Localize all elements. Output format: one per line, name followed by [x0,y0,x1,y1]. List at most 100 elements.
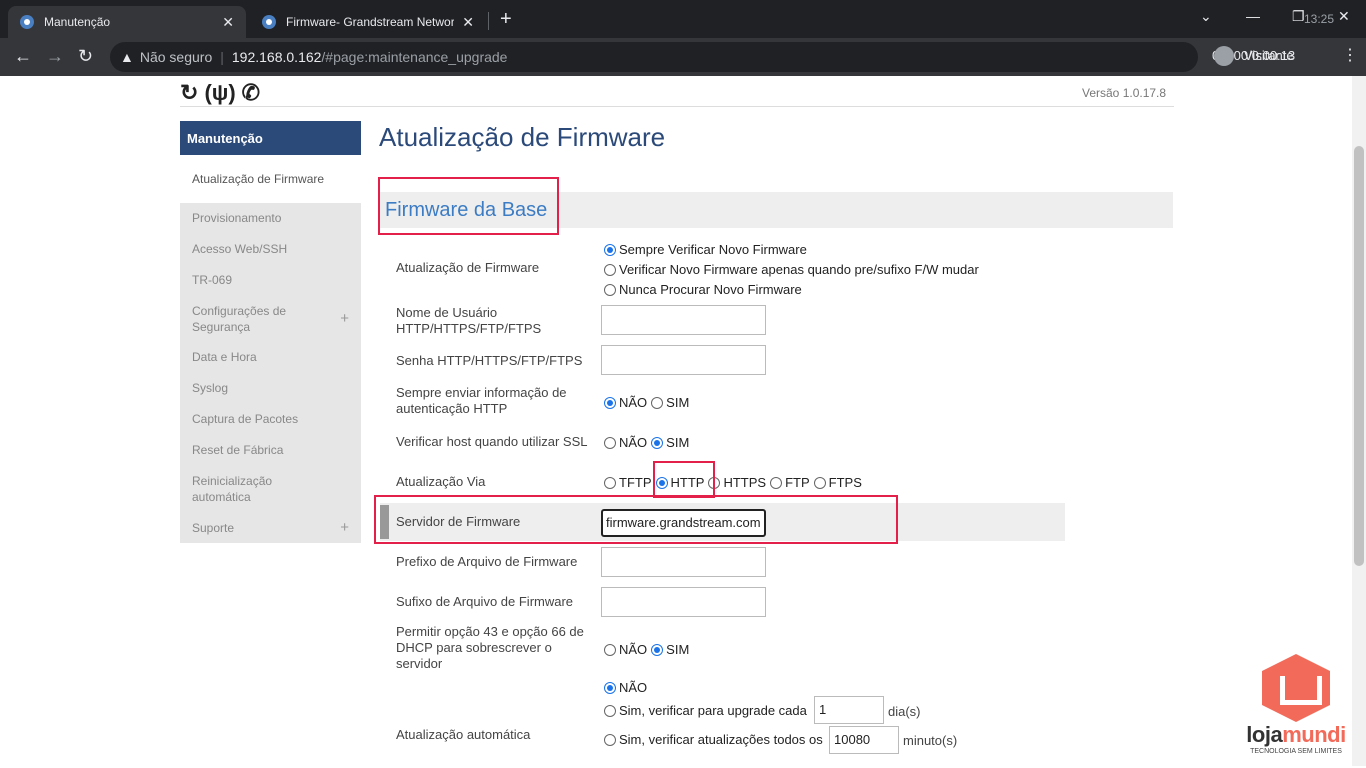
back-icon[interactable]: ← [14,46,32,67]
days-field[interactable]: 1 [814,696,884,724]
option-label: TFTP [619,475,652,490]
fw-update-option-never[interactable]: Nunca Procurar Novo Firmware [604,282,802,298]
radio-unselected[interactable] [604,705,616,717]
prefix-field[interactable] [601,547,766,577]
upgrade-via-ftps[interactable]: FTPS [813,475,862,491]
suffix-field[interactable] [601,587,766,617]
radio-selected[interactable] [604,397,616,409]
tab-manutencao[interactable]: Manutenção ✕ [8,6,246,38]
password-field[interactable] [601,345,766,375]
sidebar-item-security[interactable]: Configurações de Segurança + [180,295,361,342]
auto-update-no[interactable]: NÃO [604,680,647,696]
refresh-icon[interactable]: ↻ [180,80,198,106]
close-tab-icon[interactable]: ✕ [222,14,234,31]
tab-strip: Manutenção ✕ Firmware- Grandstream Netwo… [0,0,1366,38]
username-field[interactable] [601,305,766,335]
sidebar-item-label: Acesso Web/SSH [192,241,288,256]
tab-search-icon[interactable]: ⌄ [1200,8,1212,25]
radio-unselected[interactable] [604,264,616,276]
sidebar-item-auto-reboot[interactable]: Reinicialização automática [180,465,361,512]
sidebar-item-support[interactable]: Suporte + [180,512,361,543]
option-label: FTP [785,475,810,490]
clock-overlay: 13:25 [1304,12,1335,26]
radio-selected[interactable] [604,244,616,256]
radio-unselected[interactable] [604,644,616,656]
grandstream-favicon-icon [262,15,276,29]
radio-unselected[interactable] [770,477,783,489]
lojamundi-watermark: lojamundi TECNOLOGIA SEM LIMITES [1240,654,1352,755]
option-label: Sim, verificar para upgrade cada [619,703,807,718]
fw-update-option-on-change[interactable]: Verificar Novo Firmware apenas quando pr… [604,262,979,278]
upgrade-via-ftp[interactable]: FTP [770,475,810,491]
option-label: Verificar Novo Firmware apenas quando pr… [619,262,979,277]
sidebar-item-date-time[interactable]: Data e Hora [180,342,361,372]
expand-icon[interactable]: + [340,310,349,327]
tab-separator [488,12,489,30]
expand-icon[interactable]: + [340,519,349,536]
send-auth-no[interactable]: NÃO [604,395,647,411]
sidebar-title[interactable]: Manutenção [180,121,361,155]
page-scrollbar[interactable] [1352,76,1366,766]
status-icons: ↻ (ψ) ✆ [180,80,260,106]
radio-selected[interactable] [651,437,664,449]
profile-avatar-icon[interactable] [1214,46,1234,66]
sidebar-item-packet-capture[interactable]: Captura de Pacotes [180,403,361,434]
grandstream-favicon-icon [20,15,34,29]
forward-icon[interactable]: → [46,46,64,67]
minimize-icon[interactable]: — [1246,8,1260,24]
sidebar-item-label: Provisionamento [192,211,282,225]
verify-ssl-no[interactable]: NÃO [604,435,647,451]
tab-label: Firmware- Grandstream Network [286,15,455,29]
radio-unselected[interactable] [813,477,826,489]
days-unit: dia(s) [888,704,921,719]
option-label: SIM [666,395,690,410]
profile-label[interactable]: Visitante [1244,48,1294,63]
sidebar-item-provisioning[interactable]: Provisionamento [180,203,361,233]
browser-toolbar: ← → ↻ ▲ Não seguro | 192.168.0.162 /#pag… [0,38,1366,76]
upgrade-via-https[interactable]: HTTPS [708,475,766,491]
radio-unselected[interactable] [651,397,664,409]
radio-unselected[interactable] [604,477,616,489]
tab-label: Manutenção [44,15,111,29]
send-auth-options: NÃO SIM [604,395,693,411]
verify-ssl-yes[interactable]: SIM [651,435,689,451]
radio-unselected[interactable] [604,284,616,296]
warning-icon[interactable]: ▲ [120,49,134,65]
radio-unselected[interactable] [604,437,616,449]
close-tab-icon[interactable]: ✕ [462,14,474,31]
sidebar-item-syslog[interactable]: Syslog [180,372,361,403]
sidebar-item-web-ssh[interactable]: Acesso Web/SSH [180,233,361,264]
radio-selected[interactable] [604,682,616,694]
dhcp-override-no[interactable]: NÃO [604,642,647,658]
dhcp-override-yes[interactable]: SIM [651,642,689,658]
option-label: NÃO [619,435,648,450]
tab-firmware[interactable]: Firmware- Grandstream Network ✕ [250,6,486,38]
scroll-thumb[interactable] [1354,146,1364,566]
browser-menu-icon[interactable]: ⋮ [1342,45,1358,65]
new-tab-button[interactable]: + [500,8,512,31]
radio-unselected[interactable] [604,734,616,746]
sidebar-item-firmware-upgrade[interactable]: Atualização de Firmware [180,155,361,203]
dhcp-override-options: NÃO SIM [604,642,693,658]
restore-icon[interactable]: ❐ [1292,8,1305,25]
auto-update-days[interactable]: Sim, verificar para upgrade cada [604,703,807,719]
option-label: FTPS [828,475,862,490]
fw-update-option-always[interactable]: Sempre Verificar Novo Firmware [604,242,807,258]
upgrade-via-tftp[interactable]: TFTP [604,475,652,491]
option-label: SIM [666,642,690,657]
security-label[interactable]: Não seguro [140,49,212,65]
radio-selected[interactable] [651,644,664,656]
address-bar[interactable]: ▲ Não seguro | 192.168.0.162 /#page:main… [110,42,1198,72]
upgrade-via-label: Atualização Via [396,474,486,489]
close-window-icon[interactable]: ✕ [1338,8,1350,25]
sidebar-item-label: Syslog [192,380,229,395]
sidebar-item-label: Suporte [192,520,235,535]
reload-icon[interactable]: ↻ [78,46,93,67]
send-auth-label: Sempre enviar informação de autenticação… [396,385,567,416]
sidebar-item-factory-reset[interactable]: Reset de Fábrica [180,434,361,465]
highlight-section-title [378,177,559,235]
minutes-field[interactable]: 10080 [829,726,899,754]
auto-update-minutes[interactable]: Sim, verificar atualizações todos os [604,732,823,748]
send-auth-yes[interactable]: SIM [651,395,689,411]
sidebar-item-tr069[interactable]: TR-069 [180,264,361,295]
